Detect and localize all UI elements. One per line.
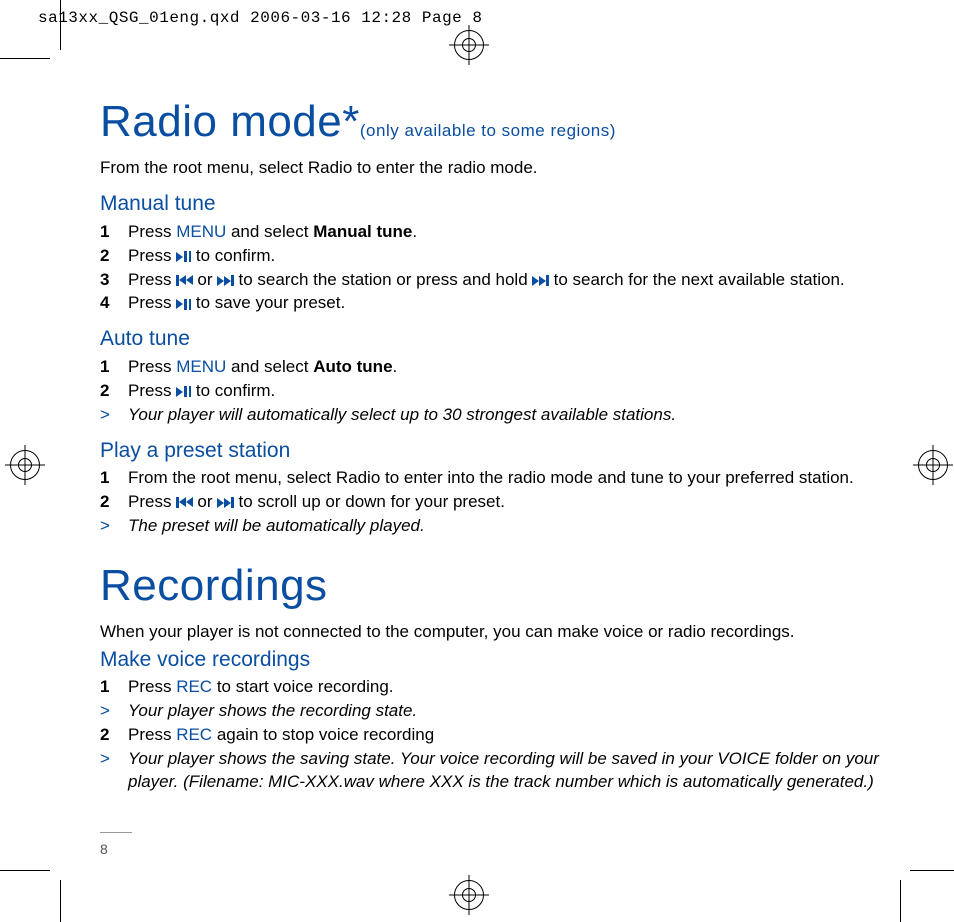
registration-mark-bottom: [454, 880, 484, 910]
page-number-rule: [100, 832, 132, 833]
intro-text: From the root menu, select Radio to ente…: [100, 157, 904, 180]
steps-play-preset: 1 From the root menu, select Radio to en…: [100, 467, 904, 538]
step-number: 4: [100, 292, 114, 315]
result-marker: >: [100, 700, 114, 723]
step-text: Press MENU and select Auto tune.: [128, 356, 904, 379]
step-number: 1: [100, 467, 114, 490]
previous-track-icon: [176, 497, 193, 508]
step-number: 1: [100, 356, 114, 379]
step-text: Press to confirm.: [128, 380, 904, 403]
crop-mark: [0, 870, 50, 871]
step-number: 1: [100, 676, 114, 699]
step-number: 3: [100, 269, 114, 292]
intro-text: When your player is not connected to the…: [100, 621, 904, 644]
step-number: 2: [100, 724, 114, 747]
crop-mark: [0, 58, 50, 59]
result-text: Your player will automatically select up…: [128, 404, 904, 427]
result-marker: >: [100, 404, 114, 427]
section-title-recordings: Recordings: [100, 556, 904, 615]
step-text: Press or to search the station or press …: [128, 269, 904, 292]
play-pause-icon: [176, 299, 191, 310]
step-number: 2: [100, 380, 114, 403]
subheading-voice-recordings: Make voice recordings: [100, 646, 904, 674]
result-marker: >: [100, 515, 114, 538]
crop-mark: [910, 870, 954, 871]
result-marker: >: [100, 748, 114, 794]
play-pause-icon: [176, 386, 191, 397]
section-title-radio: Radio mode*(only available to some regio…: [100, 92, 904, 151]
registration-mark-top: [454, 30, 484, 60]
result-text: The preset will be automatically played.: [128, 515, 904, 538]
step-text: Press REC again to stop voice recording: [128, 724, 904, 747]
next-track-icon: [217, 497, 234, 508]
step-text: Press to confirm.: [128, 245, 904, 268]
step-text: Press to save your preset.: [128, 292, 904, 315]
step-number: 1: [100, 221, 114, 244]
print-slug-line: sa13xx_QSG_01eng.qxd 2006-03-16 12:28 Pa…: [38, 8, 482, 30]
step-number: 2: [100, 491, 114, 514]
step-text: From the root menu, select Radio to ente…: [128, 467, 904, 490]
steps-voice-recordings: 1 Press REC to start voice recording. > …: [100, 676, 904, 794]
crop-mark: [60, 0, 61, 50]
crop-mark: [900, 880, 901, 922]
next-track-icon: [532, 275, 549, 286]
subheading-play-preset: Play a preset station: [100, 437, 904, 465]
result-text: Your player shows the saving state. Your…: [128, 748, 904, 794]
page-number: 8: [100, 840, 108, 859]
steps-auto-tune: 1 Press MENU and select Auto tune. 2 Pre…: [100, 356, 904, 427]
registration-mark-left: [10, 450, 40, 480]
crop-mark: [60, 880, 61, 922]
step-text: Press MENU and select Manual tune.: [128, 221, 904, 244]
previous-track-icon: [176, 275, 193, 286]
registration-mark-right: [918, 450, 948, 480]
step-text: Press REC to start voice recording.: [128, 676, 904, 699]
step-number: 2: [100, 245, 114, 268]
subheading-manual-tune: Manual tune: [100, 190, 904, 218]
result-text: Your player shows the recording state.: [128, 700, 904, 723]
play-pause-icon: [176, 251, 191, 262]
step-text: Press or to scroll up or down for your p…: [128, 491, 904, 514]
next-track-icon: [217, 275, 234, 286]
subheading-auto-tune: Auto tune: [100, 325, 904, 353]
steps-manual-tune: 1 Press MENU and select Manual tune. 2 P…: [100, 221, 904, 316]
